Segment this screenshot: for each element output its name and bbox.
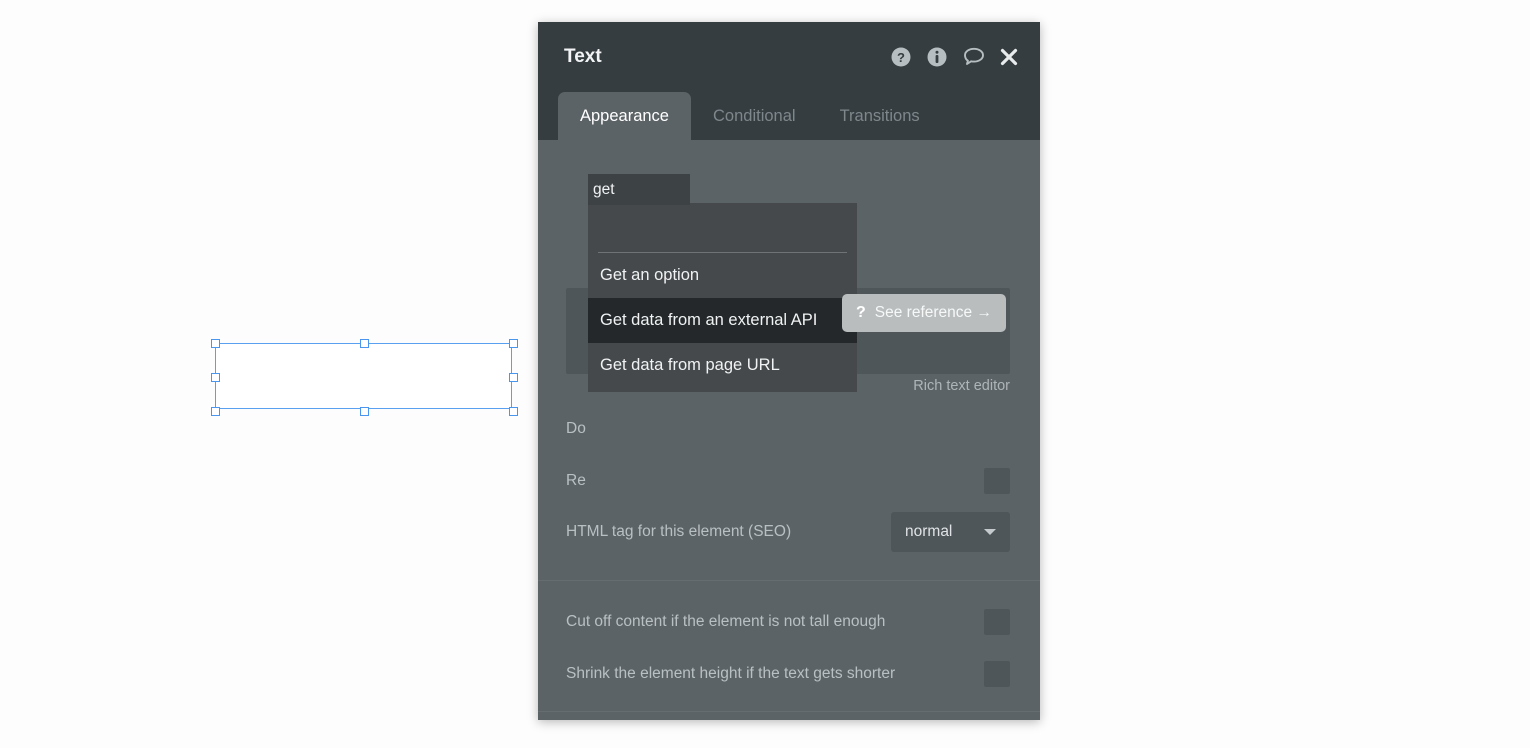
- panel-header: Text ?: [538, 22, 1040, 92]
- html-tag-value: normal: [905, 523, 953, 540]
- resize-handle-bottom-right[interactable]: [508, 406, 518, 416]
- app-root: Text ? Appearance Conditional Transition…: [0, 0, 1530, 748]
- svg-text:?: ?: [897, 50, 905, 65]
- resize-handle-middle-left[interactable]: [210, 372, 220, 382]
- info-icon[interactable]: [926, 46, 948, 68]
- section-divider-2: [538, 711, 1040, 712]
- section-divider-1: [538, 580, 1040, 581]
- rich-text-editor-label[interactable]: Rich text editor: [913, 378, 1010, 394]
- autocomplete-item-page-url[interactable]: Get data from page URL: [588, 343, 857, 388]
- panel-header-actions: ?: [890, 46, 1020, 68]
- row-shrink-height-label: Shrink the element height if the text ge…: [566, 665, 896, 682]
- row-shrink-height-checkbox[interactable]: [984, 661, 1010, 687]
- resize-handle-bottom-center[interactable]: [360, 406, 369, 416]
- row-re-label: Re: [566, 472, 586, 489]
- question-mark-icon: ?: [856, 304, 866, 321]
- row-do-label: Do: [566, 420, 586, 437]
- comment-icon[interactable]: [962, 46, 984, 68]
- row-shrink-height: Shrink the element height if the text ge…: [566, 661, 1010, 687]
- row-re: Re: [566, 468, 1010, 494]
- autocomplete-item-get-an-option[interactable]: Get an option: [588, 253, 857, 298]
- see-reference-label: See reference →: [874, 304, 992, 321]
- see-reference-button[interactable]: ? See reference →: [842, 294, 1006, 332]
- tab-conditional[interactable]: Conditional: [691, 92, 818, 140]
- resize-handle-top-right[interactable]: [508, 338, 518, 348]
- chevron-down-icon: [984, 529, 996, 535]
- tab-appearance[interactable]: Appearance: [558, 92, 691, 140]
- resize-handle-top-left[interactable]: [210, 338, 220, 348]
- row-cut-off-content-label: Cut off content if the element is not ta…: [566, 613, 886, 630]
- row-do: Do: [566, 416, 1010, 442]
- row-cut-off-content-checkbox[interactable]: [984, 609, 1010, 635]
- resize-handle-middle-right[interactable]: [508, 372, 518, 382]
- autocomplete-search-input[interactable]: get: [588, 174, 690, 205]
- row-re-checkbox[interactable]: [984, 468, 1010, 494]
- close-icon[interactable]: [998, 46, 1020, 68]
- resize-handle-bottom-left[interactable]: [210, 406, 220, 416]
- autocomplete-menu: Get an option Get data from an external …: [588, 203, 857, 392]
- autocomplete-item-external-api[interactable]: Get data from an external API: [588, 298, 857, 343]
- text-element-selection[interactable]: [210, 338, 518, 416]
- help-icon[interactable]: ?: [890, 46, 912, 68]
- resize-handle-top-center[interactable]: [360, 338, 369, 348]
- row-cut-off-content: Cut off content if the element is not ta…: [566, 609, 1010, 635]
- row-html-tag-label: HTML tag for this element (SEO): [566, 523, 792, 540]
- tab-transitions[interactable]: Transitions: [818, 92, 942, 140]
- page-title: Text: [564, 46, 602, 67]
- html-tag-select[interactable]: normal: [891, 512, 1010, 552]
- panel-tabs: Appearance Conditional Transitions: [538, 92, 1040, 140]
- autocomplete-spacer: [588, 203, 857, 252]
- row-html-tag: HTML tag for this element (SEO) normal: [566, 512, 1010, 552]
